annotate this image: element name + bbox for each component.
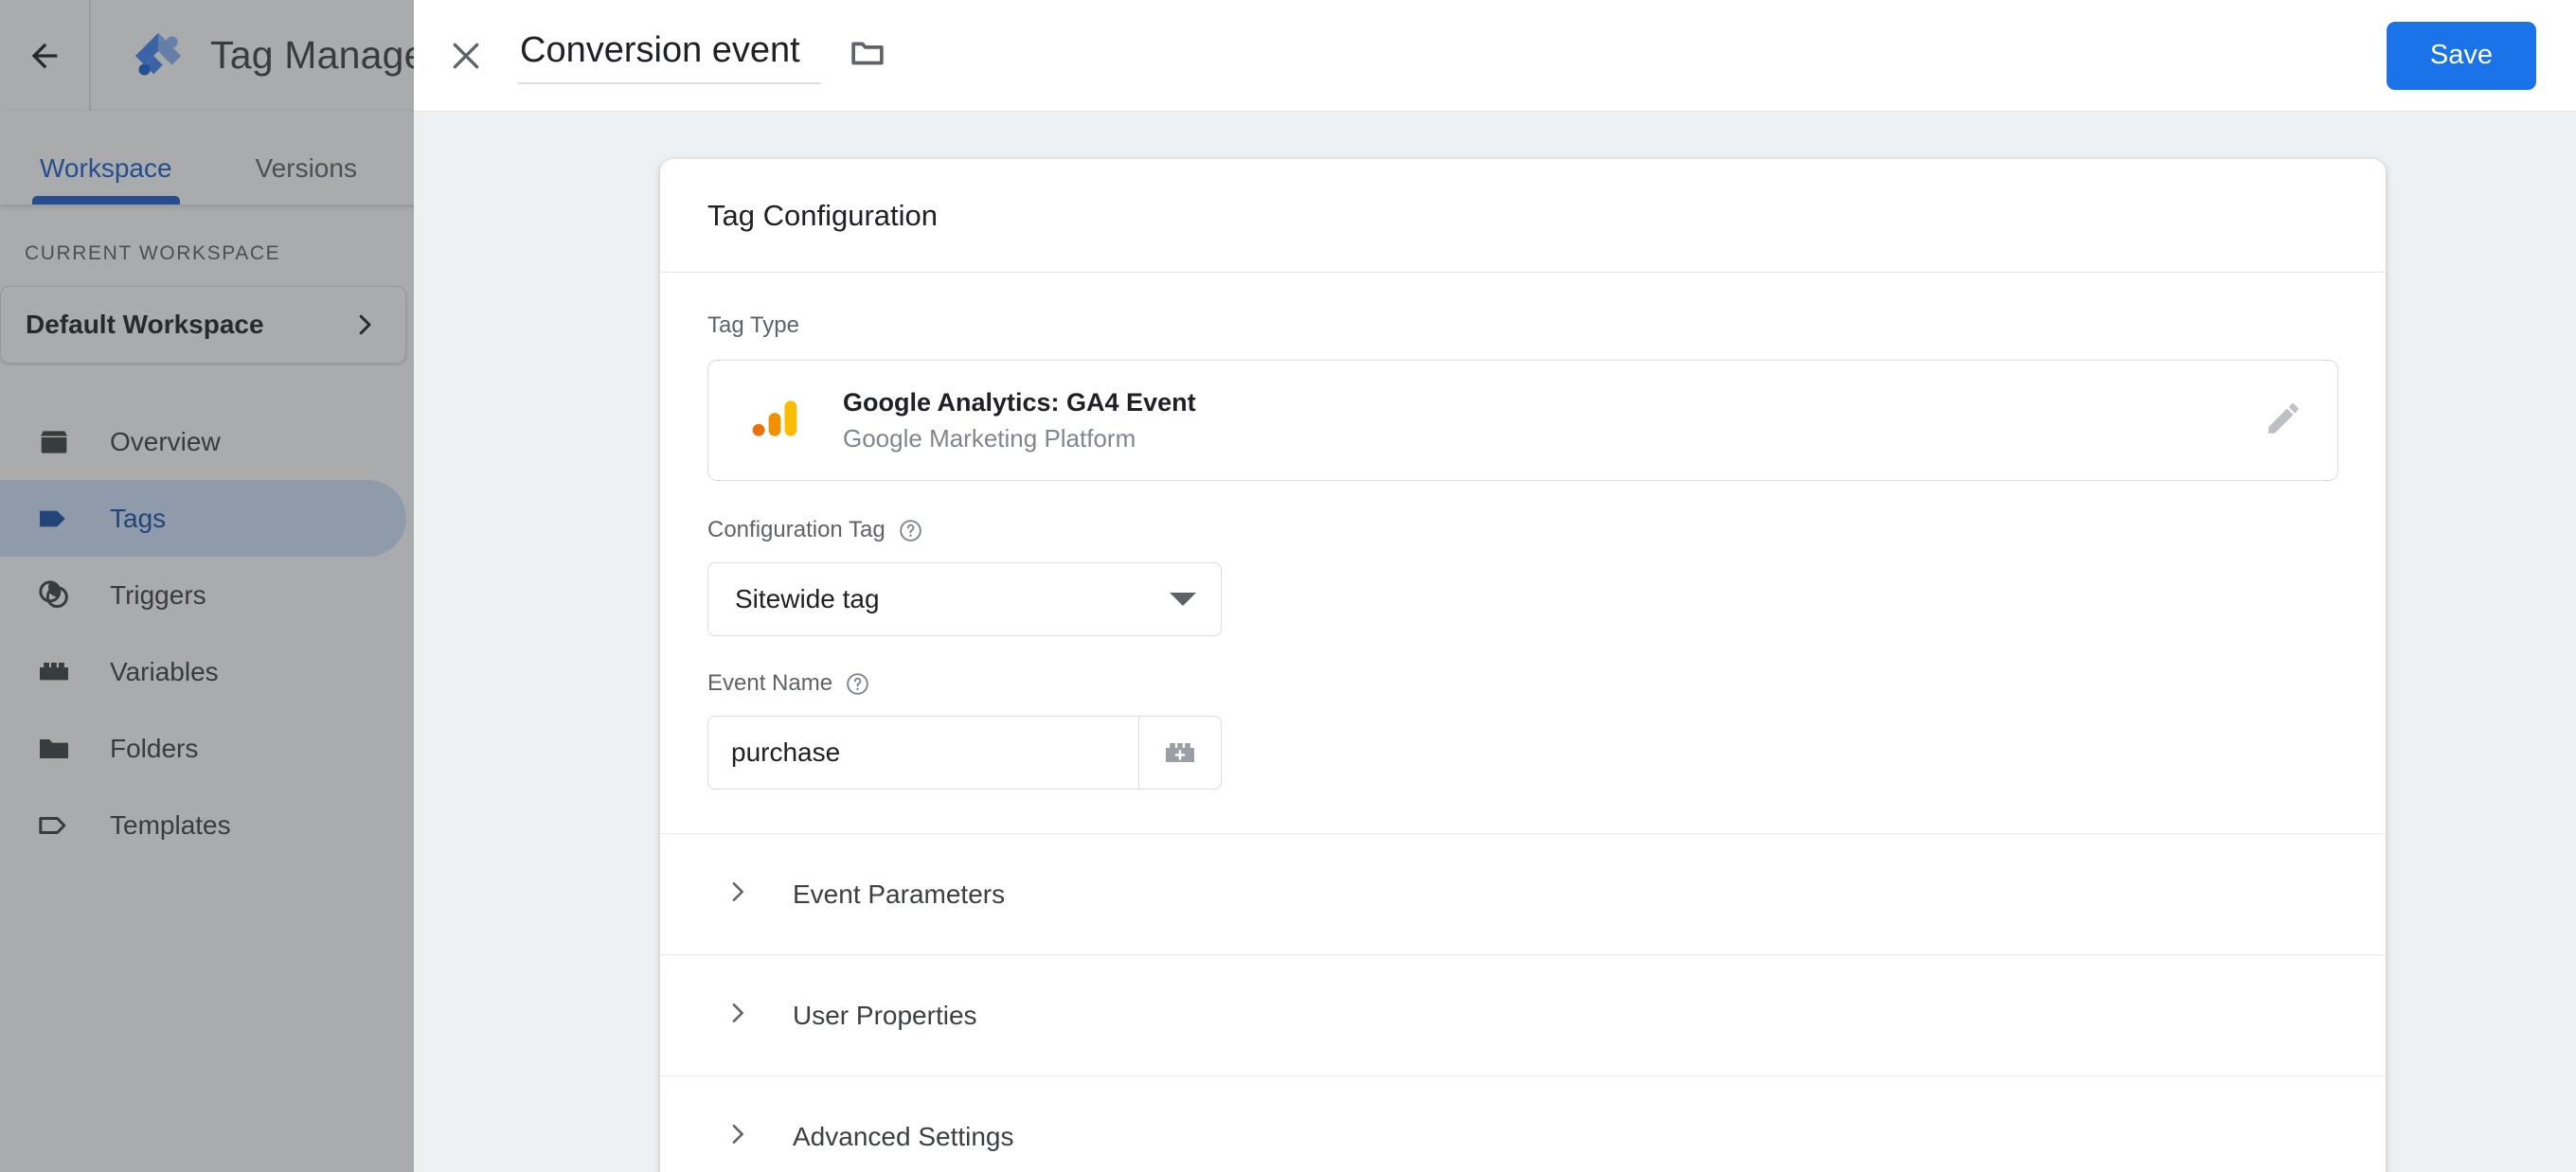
event-name-input[interactable] bbox=[708, 717, 1138, 789]
section-label: User Properties bbox=[793, 1000, 977, 1030]
section-label: Event Parameters bbox=[793, 879, 1006, 909]
tag-type-selector[interactable]: Google Analytics: GA4 Event Google Marke… bbox=[707, 360, 2338, 481]
chevron-down-icon bbox=[1170, 593, 1196, 606]
tag-edit-modal: Save Tag Configuration Tag Type bbox=[414, 0, 2576, 1172]
section-advanced-settings[interactable]: Advanced Settings bbox=[660, 1075, 2386, 1172]
configuration-tag-label-text: Configuration Tag bbox=[707, 517, 886, 542]
folder-icon[interactable] bbox=[848, 33, 887, 78]
tag-type-vendor: Google Marketing Platform bbox=[843, 423, 1136, 453]
event-name-field-group bbox=[707, 716, 1222, 790]
close-button[interactable] bbox=[414, 0, 518, 111]
pencil-edit-icon[interactable] bbox=[2263, 399, 2303, 443]
tag-type-name: Google Analytics: GA4 Event bbox=[843, 387, 1196, 417]
tag-type-info: Google Analytics: GA4 Event Google Marke… bbox=[843, 388, 2263, 453]
configuration-tag-value: Sitewide tag bbox=[735, 584, 880, 613]
chevron-right-icon bbox=[723, 878, 751, 911]
configuration-tag-label: Configuration Tag bbox=[707, 517, 2338, 543]
save-button[interactable]: Save bbox=[2386, 21, 2536, 90]
tag-type-label: Tag Type bbox=[707, 312, 2338, 339]
section-label: Advanced Settings bbox=[793, 1121, 1014, 1151]
modal-body: Tag Configuration Tag Type Google Analyt… bbox=[414, 111, 2576, 1172]
chevron-right-icon bbox=[723, 1120, 751, 1153]
close-icon bbox=[453, 43, 479, 68]
modal-header: Save bbox=[414, 0, 2576, 111]
variable-brick-plus-icon[interactable] bbox=[1138, 717, 1221, 789]
help-circle-icon[interactable] bbox=[845, 671, 870, 697]
tag-type-label-text: Tag Type bbox=[707, 312, 799, 338]
tag-type-section: Tag Type Google Analytics: GA4 Event Goo… bbox=[660, 273, 2386, 481]
event-name-label-text: Event Name bbox=[707, 670, 833, 696]
tag-title-group bbox=[518, 27, 887, 84]
help-circle-icon[interactable] bbox=[898, 518, 923, 543]
event-name-label: Event Name bbox=[707, 670, 2338, 697]
chevron-right-icon bbox=[723, 999, 751, 1032]
configuration-tag-section: Configuration Tag Sitewide tag bbox=[660, 481, 2386, 636]
section-event-parameters[interactable]: Event Parameters bbox=[660, 833, 2386, 954]
event-name-section: Event Name bbox=[660, 636, 2386, 833]
tag-name-input[interactable] bbox=[518, 27, 821, 84]
google-analytics-icon bbox=[748, 392, 805, 450]
tag-configuration-heading: Tag Configuration bbox=[660, 159, 2386, 273]
tag-configuration-card: Tag Configuration Tag Type Google Analyt… bbox=[660, 159, 2386, 1172]
configuration-tag-select[interactable]: Sitewide tag bbox=[707, 562, 1222, 636]
section-user-properties[interactable]: User Properties bbox=[660, 954, 2386, 1075]
